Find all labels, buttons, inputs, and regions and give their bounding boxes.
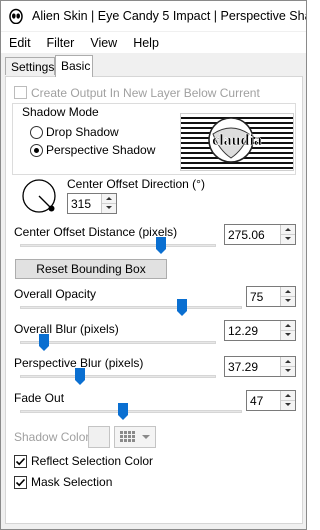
center-offset-direction-label: Center Offset Direction (°) <box>67 177 205 191</box>
spin-down-icon[interactable] <box>281 400 295 409</box>
reflect-selection-color-checkbox[interactable] <box>14 455 27 468</box>
center-offset-direction-value: 315 <box>71 197 92 211</box>
shadow-mode-title: Shadow Mode <box>20 105 101 119</box>
center-offset-distance-track[interactable] <box>20 244 216 247</box>
fade-out-spinner[interactable]: 47 <box>246 390 296 411</box>
preview-image: claudia <box>181 117 293 169</box>
radio-drop-shadow-label: Drop Shadow <box>46 125 119 139</box>
shadow-color-picker-button[interactable] <box>114 426 156 448</box>
shadow-preview-thumbnail: claudia <box>180 113 294 171</box>
reflect-selection-color-label: Reflect Selection Color <box>31 454 154 468</box>
overall-blur-label: Overall Blur (pixels) <box>14 322 119 336</box>
mask-selection-checkbox[interactable] <box>14 476 27 489</box>
overall-blur-value: 12.29 <box>228 324 259 338</box>
menu-edit[interactable]: Edit <box>1 36 39 50</box>
spinner-buttons <box>101 194 116 213</box>
reset-bounding-box-button[interactable]: Reset Bounding Box <box>15 259 167 279</box>
checkmark-icon <box>15 457 26 466</box>
preview-logo-text: claudia <box>212 132 262 149</box>
direction-dial[interactable] <box>20 177 58 215</box>
overall-blur-track[interactable] <box>20 341 216 344</box>
shadow-color-swatch[interactable] <box>88 426 110 448</box>
alien-skin-app-icon <box>9 8 23 24</box>
overall-blur-spinner[interactable]: 12.29 <box>224 320 296 341</box>
spin-down-icon[interactable] <box>102 203 116 212</box>
spin-down-icon[interactable] <box>281 330 295 339</box>
shadow-color-label: Shadow Color <box>14 430 90 444</box>
perspective-blur-track[interactable] <box>20 375 216 378</box>
spin-down-icon[interactable] <box>281 366 295 375</box>
color-grid-icon <box>120 431 150 442</box>
radio-selected-dot <box>34 148 39 153</box>
fade-out-value: 47 <box>250 394 264 408</box>
create-output-label: Create Output In New Layer Below Current <box>31 86 260 100</box>
center-offset-distance-label: Center Offset Distance (pixels) <box>14 225 178 239</box>
eye-candy-window: Alien Skin | Eye Candy 5 Impact | Perspe… <box>0 0 307 530</box>
tab-strip: Settings Basic <box>1 55 306 77</box>
tab-settings[interactable]: Settings <box>5 57 55 75</box>
perspective-blur-value: 37.29 <box>228 360 259 374</box>
create-output-checkbox[interactable] <box>14 86 27 99</box>
overall-opacity-label: Overall Opacity <box>14 287 97 301</box>
menu-filter[interactable]: Filter <box>39 36 83 50</box>
spinner-buttons <box>280 321 295 340</box>
fade-out-track[interactable] <box>20 410 242 413</box>
perspective-blur-spinner[interactable]: 37.29 <box>224 356 296 377</box>
overall-opacity-spinner[interactable]: 75 <box>246 286 296 307</box>
fade-out-label: Fade Out <box>14 391 65 405</box>
overall-opacity-thumb[interactable] <box>177 299 187 316</box>
radio-perspective-shadow[interactable] <box>30 144 43 157</box>
overall-opacity-value: 75 <box>250 290 264 304</box>
dropdown-arrow-icon <box>142 435 150 439</box>
mask-selection-label: Mask Selection <box>31 475 113 489</box>
menu-help[interactable]: Help <box>125 36 167 50</box>
center-offset-direction-spinner[interactable]: 315 <box>67 193 117 214</box>
spinner-buttons <box>280 287 295 306</box>
radio-perspective-shadow-label: Perspective Shadow <box>46 143 156 157</box>
tab-basic[interactable]: Basic <box>55 55 93 77</box>
basic-panel: Create Output In New Layer Below Current… <box>5 76 303 524</box>
spin-down-icon[interactable] <box>281 296 295 305</box>
spinner-buttons <box>280 357 295 376</box>
title-bar[interactable]: Alien Skin | Eye Candy 5 Impact | Perspe… <box>1 1 306 31</box>
spinner-buttons <box>280 391 295 410</box>
menu-bar: Edit Filter View Help <box>1 32 306 53</box>
fade-out-thumb[interactable] <box>118 403 128 420</box>
spinner-buttons <box>280 225 295 244</box>
radio-drop-shadow[interactable] <box>30 126 43 139</box>
center-offset-distance-spinner[interactable]: 275.06 <box>224 224 296 245</box>
center-offset-distance-thumb[interactable] <box>156 237 166 254</box>
menu-view[interactable]: View <box>82 36 125 50</box>
center-offset-distance-value: 275.06 <box>228 228 265 242</box>
window-title: Alien Skin | Eye Candy 5 Impact | Perspe… <box>32 9 306 23</box>
perspective-blur-thumb[interactable] <box>75 368 85 385</box>
overall-opacity-track[interactable] <box>20 306 242 309</box>
spin-down-icon[interactable] <box>281 234 295 243</box>
overall-blur-thumb[interactable] <box>39 334 49 351</box>
checkmark-icon <box>15 478 26 487</box>
